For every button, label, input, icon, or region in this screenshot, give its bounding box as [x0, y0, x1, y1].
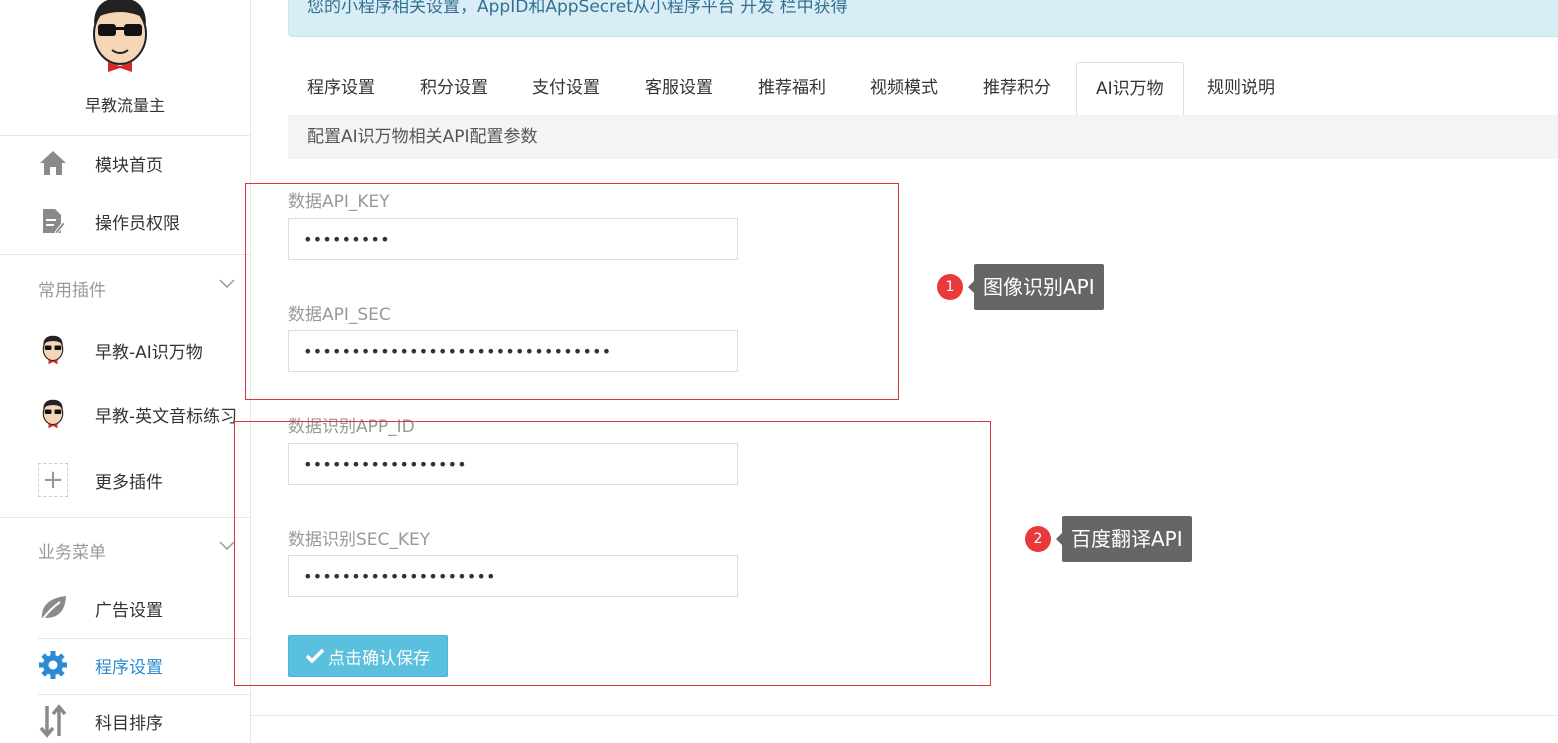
- divider: [0, 254, 250, 255]
- sidebar-item-phonetics[interactable]: 早教-英文音标练习: [0, 394, 250, 434]
- tab-points-settings[interactable]: 积分设置: [420, 62, 488, 115]
- alert-text: 您的小程序相关设置，AppID和AppSecret从小程序平台 开发 栏中获得: [307, 0, 848, 17]
- sidebar-item-ad-settings[interactable]: 广告设置: [0, 588, 250, 628]
- leaf-icon: [38, 593, 68, 623]
- sidebar-item-program-settings[interactable]: 程序设置: [0, 645, 250, 685]
- sidebar-item-label: 早教-AI识万物: [95, 342, 203, 363]
- cartoon-avatar-icon: [93, 0, 147, 72]
- tab-customer-service[interactable]: 客服设置: [645, 62, 713, 115]
- sidebar: 早教流量主 模块首页 操作员权限 常用插件 早教-AI识万物 早教-英文音标练习…: [0, 0, 251, 743]
- annotation-box-2: [234, 421, 991, 686]
- cartoon-avatar-icon: [38, 335, 68, 365]
- chevron-down-icon[interactable]: [219, 275, 235, 291]
- sidebar-item-label: 早教-英文音标练习: [95, 406, 238, 427]
- divider: [38, 694, 250, 695]
- tab-program-settings[interactable]: 程序设置: [307, 62, 375, 115]
- annotation-box-1: [245, 183, 899, 400]
- divider: [0, 135, 250, 136]
- gear-icon: [38, 650, 68, 680]
- sidebar-item-label: 科目排序: [95, 713, 163, 734]
- divider: [38, 638, 250, 639]
- document-edit-icon: [38, 206, 68, 236]
- sidebar-item-label: 广告设置: [95, 600, 163, 621]
- cartoon-avatar-icon: [38, 399, 68, 429]
- divider: [250, 715, 1558, 716]
- tab-video-mode[interactable]: 视频模式: [870, 62, 938, 115]
- annotation-tooltip-1: 图像识别API: [968, 264, 1104, 310]
- group-title-plugins: 常用插件: [38, 281, 106, 301]
- brand-name: 早教流量主: [84, 96, 165, 115]
- group-title-business: 业务菜单: [38, 543, 106, 563]
- tab-payment-settings[interactable]: 支付设置: [532, 62, 600, 115]
- annotation-tooltip-2: 百度翻译API: [1056, 516, 1192, 562]
- sidebar-item-label: 模块首页: [95, 155, 163, 176]
- sidebar-item-operator-permissions[interactable]: 操作员权限: [0, 201, 250, 241]
- sidebar-item-label: 更多插件: [95, 472, 163, 493]
- divider: [0, 517, 250, 518]
- sidebar-item-ai-recognition[interactable]: 早教-AI识万物: [0, 330, 250, 370]
- tab-ai-recognition[interactable]: AI识万物: [1076, 62, 1184, 116]
- annotation-badge-2: 2: [1025, 526, 1051, 552]
- sidebar-item-label: 程序设置: [95, 657, 163, 678]
- info-alert: 您的小程序相关设置，AppID和AppSecret从小程序平台 开发 栏中获得: [288, 0, 1558, 37]
- tab-rules[interactable]: 规则说明: [1207, 62, 1275, 115]
- chevron-down-icon[interactable]: [219, 537, 235, 553]
- sidebar-item-more-plugins[interactable]: + 更多插件: [0, 460, 250, 500]
- sidebar-item-subject-sort[interactable]: 科目排序: [0, 701, 250, 741]
- annotation-badge-1: 1: [937, 274, 963, 300]
- section-description: 配置AI识万物相关API配置参数: [288, 115, 1558, 159]
- sidebar-item-module-home[interactable]: 模块首页: [0, 143, 250, 183]
- tab-bar: 程序设置 积分设置 支付设置 客服设置 推荐福利 视频模式 推荐积分 AI识万物…: [288, 62, 1558, 116]
- home-icon: [38, 148, 68, 178]
- tab-referral-benefits[interactable]: 推荐福利: [758, 62, 826, 115]
- tab-referral-points[interactable]: 推荐积分: [983, 62, 1051, 115]
- sidebar-item-label: 操作员权限: [95, 213, 180, 234]
- sort-arrows-icon: [38, 704, 68, 738]
- plus-icon: +: [38, 463, 68, 497]
